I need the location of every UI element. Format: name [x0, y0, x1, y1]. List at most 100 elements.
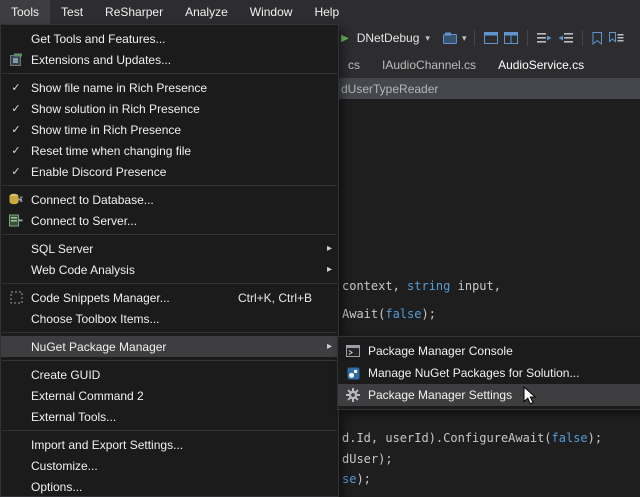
gear-icon: [338, 388, 368, 402]
code-line: context, string input,: [342, 279, 501, 293]
menubar-item-tools[interactable]: Tools: [0, 0, 50, 24]
menu-item-options[interactable]: Options...: [1, 476, 338, 497]
menu-item-label: Connect to Server...: [31, 214, 338, 228]
document-tab-iaudiochannel[interactable]: IAudioChannel.cs: [371, 52, 487, 78]
menu-item-web-code-analysis[interactable]: Web Code Analysis ▸: [1, 259, 338, 280]
bookmark-window-icon[interactable]: [609, 32, 624, 45]
toolbar-separator: [582, 30, 583, 46]
tools-menu: Get Tools and Features... Extensions and…: [0, 24, 339, 497]
checkmark-icon: ✓: [11, 165, 20, 178]
menubar-item-window[interactable]: Window: [239, 0, 304, 24]
menu-item-label: Extensions and Updates...: [31, 53, 338, 67]
menu-item-enable-discord-presence[interactable]: ✓ Enable Discord Presence: [1, 161, 338, 182]
database-icon: [1, 193, 31, 206]
menu-item-label: Enable Discord Presence: [31, 165, 338, 179]
menubar-item-test[interactable]: Test: [50, 0, 94, 24]
menu-separator: [2, 234, 337, 235]
menu-item-get-tools-and-features[interactable]: Get Tools and Features...: [1, 28, 338, 49]
menu-item-label: Web Code Analysis: [31, 263, 327, 277]
menu-item-choose-toolbox-items[interactable]: Choose Toolbox Items...: [1, 308, 338, 329]
menu-item-label: Choose Toolbox Items...: [31, 312, 338, 326]
submenu-item-package-manager-settings[interactable]: Package Manager Settings: [338, 384, 640, 406]
snippet-icon: [1, 291, 31, 304]
chevron-down-icon[interactable]: ▾: [425, 33, 430, 44]
menu-item-show-file-name-rich-presence[interactable]: ✓ Show file name in Rich Presence: [1, 77, 338, 98]
menu-item-nuget-package-manager[interactable]: NuGet Package Manager ▸: [1, 336, 338, 357]
submenu-item-manage-nuget-packages[interactable]: Manage NuGet Packages for Solution...: [338, 362, 640, 384]
menu-item-label: NuGet Package Manager: [31, 340, 327, 354]
menu-item-label: Code Snippets Manager...: [31, 291, 238, 305]
menu-item-show-solution-rich-presence[interactable]: ✓ Show solution in Rich Presence: [1, 98, 338, 119]
menu-item-label: External Command 2: [31, 389, 338, 403]
menu-item-external-command-2[interactable]: External Command 2: [1, 385, 338, 406]
submenu-arrow-icon: ▸: [327, 341, 332, 352]
toolbar-separator: [474, 30, 475, 46]
menu-item-label: Get Tools and Features...: [31, 32, 338, 46]
nuget-package-manager-submenu: Package Manager Console Manage NuGet Pac…: [337, 336, 640, 410]
document-tab-clipped[interactable]: cs: [337, 52, 371, 78]
menu-item-label: Customize...: [31, 459, 338, 473]
chevron-down-icon[interactable]: ▾: [462, 33, 467, 44]
checkmark-icon: ✓: [11, 81, 20, 94]
menubar-item-resharper[interactable]: ReSharper: [94, 0, 174, 24]
menu-item-label: Package Manager Settings: [368, 388, 640, 402]
menu-item-label: Create GUID: [31, 368, 338, 382]
menu-item-code-snippets-manager[interactable]: Code Snippets Manager... Ctrl+K, Ctrl+B: [1, 287, 338, 308]
menu-separator: [2, 73, 337, 74]
submenu-arrow-icon: ▸: [327, 243, 332, 254]
menu-item-shortcut: Ctrl+K, Ctrl+B: [238, 291, 312, 305]
document-tab-audioservice[interactable]: AudioService.cs: [487, 52, 595, 78]
menu-separator: [2, 332, 337, 333]
menu-item-label: Import and Export Settings...: [31, 438, 338, 452]
menu-separator: [2, 430, 337, 431]
submenu-item-package-manager-console[interactable]: Package Manager Console: [338, 340, 640, 362]
console-icon: [338, 345, 368, 357]
menu-item-label: External Tools...: [31, 410, 338, 424]
extensions-icon: [1, 53, 31, 66]
menu-item-label: Package Manager Console: [368, 344, 640, 358]
menu-item-connect-to-server[interactable]: Connect to Server...: [1, 210, 338, 231]
menubar-item-help[interactable]: Help: [303, 0, 350, 24]
run-play-icon[interactable]: ▶: [341, 33, 349, 44]
menu-item-label: Options...: [31, 480, 338, 494]
menu-item-extensions-and-updates[interactable]: Extensions and Updates...: [1, 49, 338, 70]
menu-item-label: Show time in Rich Presence: [31, 123, 338, 137]
code-line: Await(false);: [342, 307, 436, 321]
menu-separator: [2, 360, 337, 361]
split-window-icon[interactable]: [504, 32, 518, 44]
submenu-arrow-icon: ▸: [327, 264, 332, 275]
menu-bar: Tools Test ReSharper Analyze Window Help: [0, 0, 640, 24]
menu-item-connect-to-database[interactable]: Connect to Database...: [1, 189, 338, 210]
menu-item-reset-time-changing-file[interactable]: ✓ Reset time when changing file: [1, 140, 338, 161]
menu-separator: [2, 185, 337, 186]
new-window-icon[interactable]: [484, 32, 498, 44]
menu-item-create-guid[interactable]: Create GUID: [1, 364, 338, 385]
menu-item-label: Manage NuGet Packages for Solution...: [368, 366, 640, 380]
menu-item-label: Connect to Database...: [31, 193, 338, 207]
code-line: se);: [342, 472, 371, 486]
menu-item-customize[interactable]: Customize...: [1, 455, 338, 476]
bookmark-icon[interactable]: [592, 32, 603, 45]
packages-icon: [338, 367, 368, 380]
checkmark-icon: ✓: [11, 123, 20, 136]
menu-separator: [2, 283, 337, 284]
vs-window: Tools Test ReSharper Analyze Window Help…: [0, 0, 640, 497]
menu-item-show-time-rich-presence[interactable]: ✓ Show time in Rich Presence: [1, 119, 338, 140]
indent-lines-icon[interactable]: [537, 32, 552, 44]
code-line: d.Id, userId).ConfigureAwait(false);: [342, 431, 602, 445]
server-icon: [1, 214, 31, 227]
attach-to-process-icon[interactable]: [443, 32, 457, 44]
menu-item-label: SQL Server: [31, 242, 327, 256]
toolbar-separator: [527, 30, 528, 46]
debug-target-dropdown[interactable]: DNetDebug: [357, 31, 420, 45]
navigation-bar-type: dUserTypeReader: [341, 82, 438, 96]
menu-item-external-tools[interactable]: External Tools...: [1, 406, 338, 427]
menubar-item-analyze[interactable]: Analyze: [174, 0, 239, 24]
menu-item-sql-server[interactable]: SQL Server ▸: [1, 238, 338, 259]
menu-item-label: Reset time when changing file: [31, 144, 338, 158]
outdent-lines-icon[interactable]: [558, 32, 573, 44]
menu-item-label: Show solution in Rich Presence: [31, 102, 338, 116]
menu-item-import-export-settings[interactable]: Import and Export Settings...: [1, 434, 338, 455]
checkmark-icon: ✓: [11, 102, 20, 115]
menu-item-label: Show file name in Rich Presence: [31, 81, 338, 95]
